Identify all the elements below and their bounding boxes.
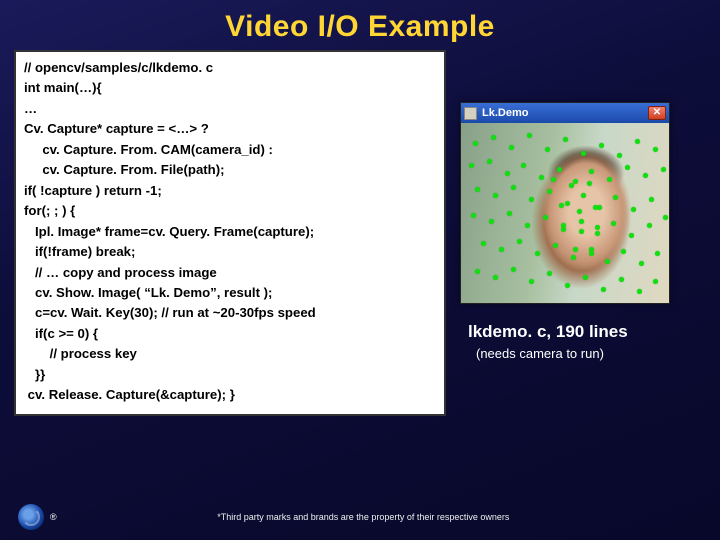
- feature-dot: [663, 215, 668, 220]
- feature-dot: [527, 133, 532, 138]
- feature-dot: [625, 165, 630, 170]
- feature-dot: [653, 147, 658, 152]
- caption: lkdemo. c, 190 lines: [468, 322, 628, 342]
- page-title: Video I/O Example: [0, 0, 720, 50]
- feature-dot: [559, 203, 564, 208]
- feature-dot: [553, 243, 558, 248]
- feature-dot: [647, 223, 652, 228]
- feature-dot: [507, 211, 512, 216]
- feature-dot: [517, 239, 522, 244]
- feature-dot: [521, 163, 526, 168]
- feature-dot: [617, 153, 622, 158]
- feature-dot: [561, 223, 566, 228]
- feature-dot: [547, 189, 552, 194]
- feature-dot: [621, 249, 626, 254]
- feature-dot: [613, 195, 618, 200]
- feature-dot: [481, 241, 486, 246]
- feature-dot: [593, 205, 598, 210]
- demo-window: Lk.Demo ✕: [460, 102, 670, 304]
- feature-dot: [547, 271, 552, 276]
- feature-dot: [493, 193, 498, 198]
- feature-dot: [563, 137, 568, 142]
- feature-dot: [539, 175, 544, 180]
- feature-dot: [557, 167, 562, 172]
- footer-disclaimer: *Third party marks and brands are the pr…: [41, 512, 686, 522]
- feature-dot: [471, 213, 476, 218]
- feature-dot: [475, 269, 480, 274]
- feature-dot: [475, 187, 480, 192]
- feature-dot: [599, 143, 604, 148]
- feature-dot: [529, 279, 534, 284]
- feature-dot: [573, 179, 578, 184]
- feature-dot: [583, 275, 588, 280]
- right-column: Lk.Demo ✕ lkdemo. c, 190 lines (needs ca…: [460, 50, 706, 416]
- feature-dot: [649, 197, 654, 202]
- feature-dot: [639, 261, 644, 266]
- feature-dot: [589, 169, 594, 174]
- feature-dot: [579, 219, 584, 224]
- feature-dot: [581, 193, 586, 198]
- feature-dot: [525, 223, 530, 228]
- feature-dot: [469, 163, 474, 168]
- feature-dot: [653, 279, 658, 284]
- feature-dot: [473, 141, 478, 146]
- feature-dot: [509, 145, 514, 150]
- feature-dot: [543, 215, 548, 220]
- code-block: // opencv/samples/c/lkdemo. c int main(……: [14, 50, 446, 416]
- feature-dot: [595, 225, 600, 230]
- feature-dot: [577, 209, 582, 214]
- feature-dot: [565, 201, 570, 206]
- feature-dot: [635, 139, 640, 144]
- footer: ® *Third party marks and brands are the …: [0, 494, 720, 540]
- window-icon: [464, 107, 477, 120]
- feature-dot: [489, 219, 494, 224]
- feature-dot: [535, 251, 540, 256]
- feature-dot: [499, 247, 504, 252]
- content-row: // opencv/samples/c/lkdemo. c int main(……: [0, 50, 720, 416]
- feature-dot: [505, 171, 510, 176]
- feature-dot: [587, 181, 592, 186]
- feature-dot: [565, 283, 570, 288]
- feature-dot: [595, 231, 600, 236]
- feature-dot: [611, 221, 616, 226]
- feature-dot: [579, 229, 584, 234]
- feature-dot: [511, 267, 516, 272]
- feature-dot: [655, 251, 660, 256]
- close-icon[interactable]: ✕: [648, 106, 666, 120]
- feature-dot: [571, 255, 576, 260]
- feature-dot: [643, 173, 648, 178]
- feature-dot: [569, 183, 574, 188]
- titlebar: Lk.Demo ✕: [461, 103, 669, 123]
- feature-dot: [493, 275, 498, 280]
- feature-dot: [605, 259, 610, 264]
- feature-dot: [631, 207, 636, 212]
- feature-dot: [607, 177, 612, 182]
- feature-dot: [581, 151, 586, 156]
- demo-image: [461, 123, 669, 303]
- face-shape: [539, 153, 634, 283]
- feature-dot: [551, 177, 556, 182]
- feature-dot: [529, 197, 534, 202]
- window-title: Lk.Demo: [482, 107, 648, 119]
- feature-dot: [487, 159, 492, 164]
- caption-sub: (needs camera to run): [476, 346, 604, 361]
- feature-dot: [619, 277, 624, 282]
- feature-dot: [491, 135, 496, 140]
- feature-dot: [661, 167, 666, 172]
- feature-dot: [511, 185, 516, 190]
- feature-dot: [545, 147, 550, 152]
- feature-dot: [573, 247, 578, 252]
- feature-dot: [601, 287, 606, 292]
- feature-dot: [637, 289, 642, 294]
- feature-dot: [589, 251, 594, 256]
- feature-dot: [629, 233, 634, 238]
